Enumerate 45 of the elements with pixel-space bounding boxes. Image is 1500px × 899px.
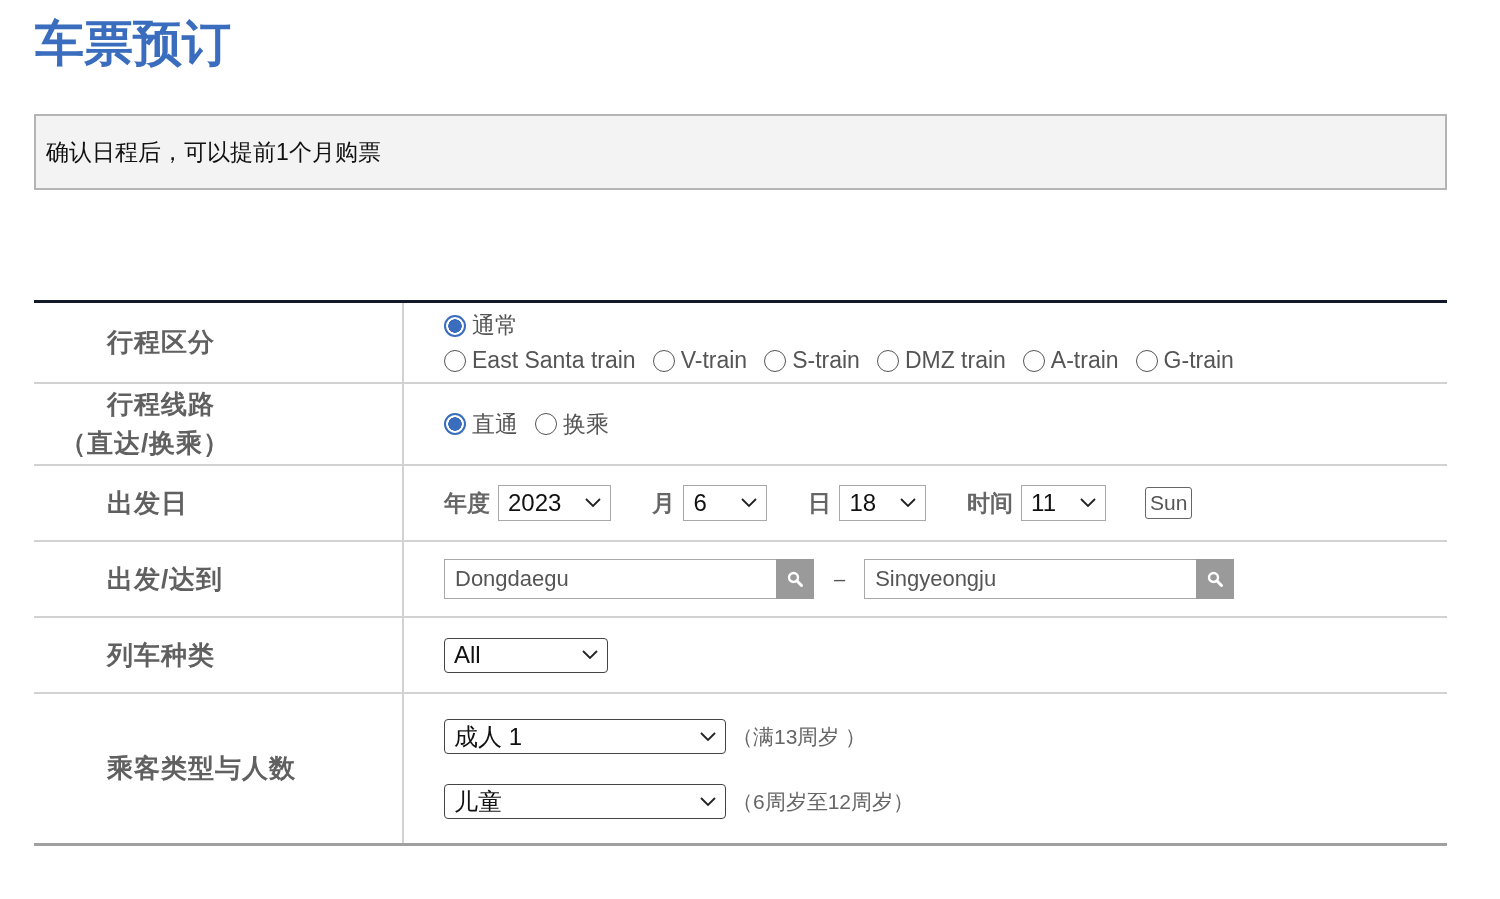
radio-option[interactable]: 直通	[444, 408, 518, 440]
radio-option[interactable]: V-train	[652, 347, 748, 374]
search-button[interactable]	[1196, 559, 1235, 599]
separator-text: –	[834, 567, 846, 591]
radio-option[interactable]: 换乘	[535, 408, 609, 440]
field-label: 月	[652, 488, 676, 518]
search-button[interactable]	[776, 559, 814, 599]
radio-option[interactable]: G-train	[1135, 347, 1234, 374]
field-label: 时间	[967, 488, 1014, 518]
dropdown[interactable]: All	[444, 637, 608, 673]
row-label: 乘客类型与人数	[107, 752, 296, 785]
caret-icon	[700, 796, 716, 807]
radio-option[interactable]: 通常	[444, 310, 518, 341]
age-note: （满13周岁 ）	[732, 723, 867, 750]
dropdown[interactable]: 儿童	[444, 784, 726, 819]
field-label: 日	[808, 488, 832, 518]
caret-icon	[700, 731, 716, 742]
search-icon	[787, 571, 803, 587]
caret-icon	[741, 498, 758, 508]
notice-banner: 确认日程后，可以提前1个月购票	[34, 114, 1447, 190]
radio-option[interactable]: East Santa train	[444, 347, 636, 374]
dropdown[interactable]: 2023	[498, 485, 612, 521]
dropdown[interactable]: 11	[1021, 485, 1106, 521]
caret-icon	[1080, 498, 1096, 508]
row-label: 列车种类	[107, 638, 215, 672]
field-label: 年度	[444, 488, 490, 518]
radio-option[interactable]: DMZ train	[876, 347, 1006, 374]
age-note: （6周岁至12周岁）	[732, 788, 915, 815]
page-title: 车票预订	[35, 15, 231, 72]
radio-option[interactable]: S-train	[764, 347, 860, 374]
weekday-label: Sun	[1145, 487, 1193, 519]
dropdown[interactable]: 6	[683, 485, 768, 521]
row-label: 出发日	[107, 486, 188, 520]
caret-icon	[582, 650, 598, 660]
dropdown[interactable]: 18	[839, 485, 927, 521]
dropdown[interactable]: 成人 1	[444, 719, 726, 754]
station-input[interactable]: Dongdaegu	[444, 559, 776, 599]
row-label: 出发/达到	[107, 562, 224, 596]
station-input[interactable]: Singyeongju	[864, 559, 1197, 599]
row-label: 行程线路 （直达/换乘）	[60, 388, 231, 460]
caret-icon	[900, 498, 917, 508]
radio-option[interactable]: A-train	[1022, 347, 1119, 374]
search-icon	[1207, 571, 1224, 587]
row-label: 行程区分	[107, 326, 215, 359]
caret-icon	[585, 498, 602, 508]
